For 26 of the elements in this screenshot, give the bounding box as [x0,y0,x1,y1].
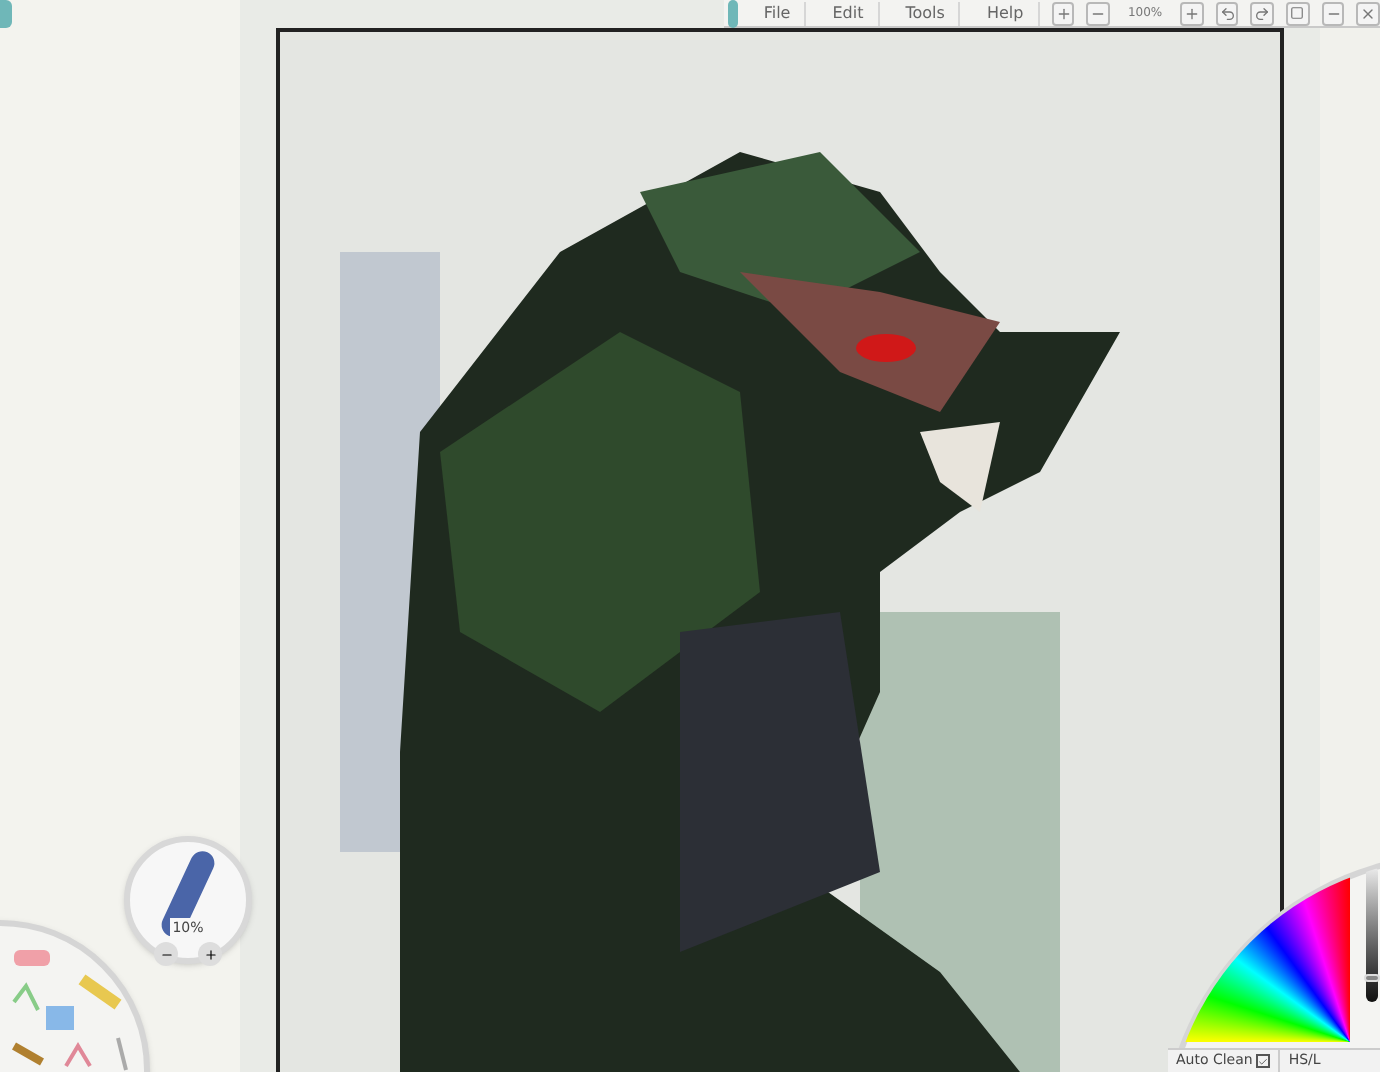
minimize-button[interactable] [1321,1,1345,25]
zoom-in-button[interactable] [1051,1,1075,25]
menu-item[interactable]: Edit [818,1,880,25]
decrease-button[interactable] [154,942,178,966]
plus-icon [1183,5,1200,21]
close-icon [1360,5,1377,21]
close-button[interactable] [1356,1,1380,25]
redo-icon [1254,5,1271,21]
window-icon [1290,6,1305,20]
zoom-out-button[interactable] [1086,1,1110,25]
plus-icon [203,947,217,961]
menu-item[interactable]: Help [972,1,1040,25]
panel-handle[interactable] [728,0,738,27]
increase-button[interactable] [198,942,222,966]
undo-button[interactable] [1215,1,1239,25]
plus-icon [1055,5,1071,21]
undo-icon [1219,5,1236,21]
panel-handle[interactable] [0,0,12,28]
auto-clean-checkbox[interactable] [1256,1054,1271,1068]
lightness-slider-thumb[interactable] [1364,973,1380,982]
check-icon [1258,1055,1269,1067]
window-button[interactable] [1286,1,1310,25]
menu-item[interactable]: Tools [891,1,961,25]
zoom-in-button[interactable] [1180,1,1204,25]
redo-button[interactable] [1250,1,1275,25]
menu-item[interactable]: File [749,1,807,25]
